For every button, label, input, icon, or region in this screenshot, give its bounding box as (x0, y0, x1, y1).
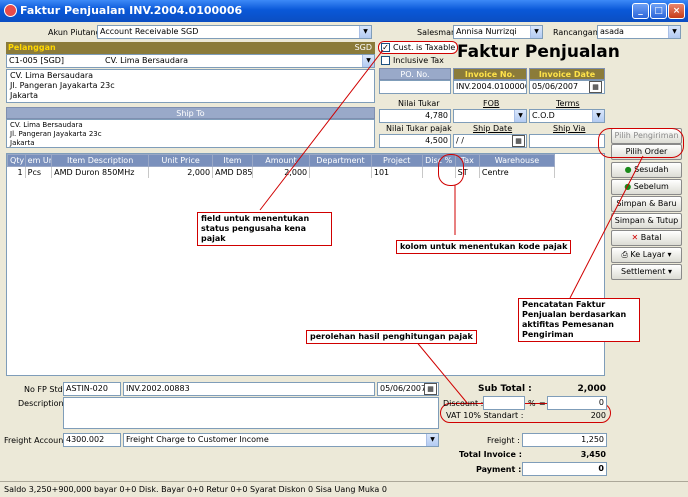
total-invoice-value: 3,450 (580, 450, 606, 459)
freight-account-name: Freight Charge to Customer Income (126, 435, 269, 444)
freight-label: Freight : (487, 436, 520, 445)
freight-input[interactable]: 1,250 (522, 433, 607, 447)
discount-value-input[interactable]: 0 (547, 396, 607, 410)
annotation-perolehan: perolehan hasil penghitungan pajak (306, 330, 477, 344)
subtotal-value: 2,000 (577, 384, 606, 394)
annotation-taxable: field untuk menentukan status pengusaha … (197, 212, 332, 246)
discount-percent-sign: % (528, 399, 536, 408)
freight-account-select[interactable]: Freight Charge to Customer Income ▼ (123, 433, 439, 447)
no-fp-input[interactable]: ASTIN-020 (63, 382, 121, 396)
vat-label: VAT 10% Standart : (446, 411, 524, 420)
calendar-icon[interactable]: ▦ (424, 383, 437, 395)
description-input[interactable] (63, 397, 439, 429)
discount-label: Discount : (443, 399, 484, 408)
annotation-pencatatan: Pencatatan Faktur Penjualan berdasarkan … (518, 298, 640, 342)
payment-input[interactable]: 0 (522, 462, 607, 476)
invoice-window: Faktur Penjualan INV.2004.0100006 _ □ × … (0, 0, 688, 497)
vat-value: 200 (590, 411, 606, 420)
total-invoice-label: Total Invoice : (459, 450, 522, 459)
arrow-line (569, 155, 644, 299)
no-fp-label: No FP Std (24, 385, 63, 394)
discount-equals: = (539, 399, 546, 408)
status-bar: Saldo 3,250+900,000 bayar 0+0 Disk. Baya… (0, 481, 688, 497)
freight-account-label: Freight Account (4, 436, 67, 445)
discount-percent-input[interactable] (483, 396, 525, 410)
chevron-down-icon: ▼ (426, 434, 438, 446)
subtotal-label: Sub Total : (478, 384, 532, 394)
arrow-line (259, 49, 384, 211)
freight-account-code-input[interactable]: 4300.002 (63, 433, 121, 447)
payment-label: Payment : (476, 465, 522, 474)
description-label: Description: (18, 399, 67, 408)
no-fp-invoice-input[interactable]: INV.2002.00883 (123, 382, 375, 396)
annotation-tax-code: kolom untuk menentukan kode pajak (396, 240, 572, 254)
